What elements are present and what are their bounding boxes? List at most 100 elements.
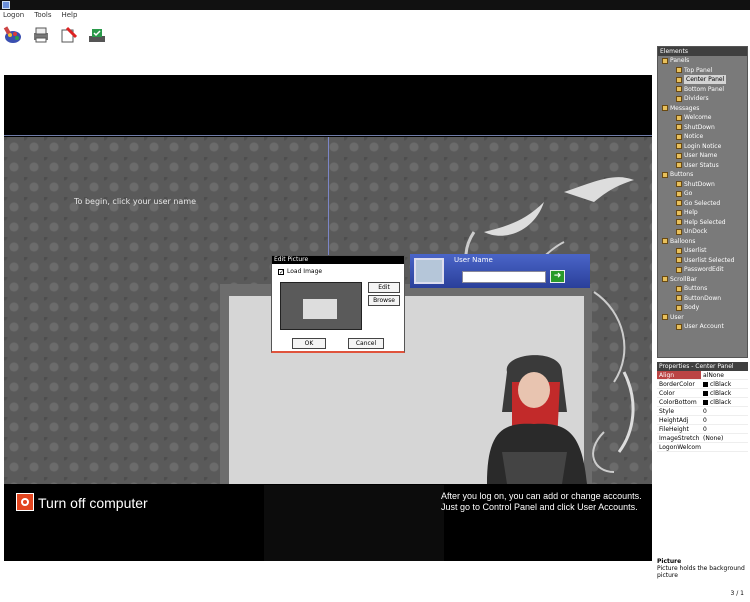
tree-node-label: Go Selected bbox=[684, 199, 721, 207]
app-icon bbox=[2, 1, 10, 9]
item-icon bbox=[676, 162, 682, 169]
property-row[interactable]: Style 0 bbox=[657, 407, 748, 416]
tree-node-label: ShutDown bbox=[684, 180, 715, 188]
power-icon[interactable] bbox=[16, 493, 34, 511]
property-row[interactable]: ImageStretch (None) bbox=[657, 434, 748, 443]
tree-node[interactable]: ShutDown bbox=[658, 123, 747, 133]
menu-logon[interactable]: Logon bbox=[3, 11, 24, 21]
property-value[interactable]: clBlack bbox=[701, 398, 748, 406]
browse-button[interactable]: Browse bbox=[368, 295, 400, 306]
arrow-right-icon[interactable]: ➜ bbox=[550, 270, 565, 283]
tree-node[interactable]: UnDock bbox=[658, 227, 747, 237]
item-icon bbox=[676, 247, 682, 254]
tree-node-label: Messages bbox=[670, 104, 700, 112]
tree-node[interactable]: Go Selected bbox=[658, 199, 747, 209]
folder-icon bbox=[662, 238, 668, 245]
tree-node[interactable]: PasswordEdit bbox=[658, 265, 747, 275]
tree-node[interactable]: Bottom Panel bbox=[658, 85, 747, 95]
item-icon bbox=[676, 295, 682, 302]
tree-node-label: User Status bbox=[684, 161, 719, 169]
color-swatch bbox=[703, 399, 708, 405]
property-row[interactable]: FileHeight 0 bbox=[657, 425, 748, 434]
tree-node[interactable]: User Status bbox=[658, 161, 747, 171]
item-icon bbox=[676, 124, 682, 131]
tree-node[interactable]: Top Panel bbox=[658, 66, 747, 76]
edit-button[interactable]: Edit bbox=[368, 282, 400, 293]
hint-line-1: After you log on, you can add or change … bbox=[441, 491, 642, 501]
item-icon bbox=[676, 200, 682, 207]
tree-node-label: Buttons bbox=[684, 285, 708, 293]
property-row[interactable]: HeightAdj 0 bbox=[657, 416, 748, 425]
property-value[interactable]: (None) bbox=[701, 434, 748, 442]
checkbox-box[interactable]: ✓ bbox=[278, 268, 284, 275]
property-value[interactable] bbox=[701, 443, 748, 451]
tree-node[interactable]: Center Panel bbox=[658, 75, 747, 85]
thumbnail-inner bbox=[303, 299, 337, 319]
property-value[interactable]: alNone bbox=[701, 371, 748, 379]
property-value-text: 0 bbox=[703, 425, 707, 433]
top-panel[interactable] bbox=[4, 75, 652, 136]
tree-node-label: Help Selected bbox=[684, 218, 726, 226]
print-icon[interactable] bbox=[30, 24, 52, 46]
status-number: 3 / 1 bbox=[730, 590, 744, 597]
password-input[interactable] bbox=[462, 271, 546, 283]
right-panel: Elements Panels Top Panel Center Panel Bott… bbox=[657, 46, 748, 602]
property-value-text: 0 bbox=[703, 407, 707, 415]
tree-node[interactable]: Buttons bbox=[658, 284, 747, 294]
bottom-panel[interactable]: Turn off computer After you log on, you … bbox=[4, 485, 652, 561]
property-value[interactable]: 0 bbox=[701, 425, 748, 433]
property-row[interactable]: BorderColor clBlack bbox=[657, 380, 748, 389]
tree-node[interactable]: Userlist Selected bbox=[658, 256, 747, 266]
item-icon bbox=[676, 67, 682, 74]
tree-node[interactable]: Balloons bbox=[658, 237, 747, 247]
tree-node[interactable]: User Account bbox=[658, 322, 747, 332]
tree-node[interactable]: Login Notice bbox=[658, 142, 747, 152]
ok-button[interactable]: OK bbox=[292, 338, 326, 349]
tree-node[interactable]: ButtonDown bbox=[658, 294, 747, 304]
tree-node-label: Help bbox=[684, 209, 698, 217]
tree-node[interactable]: Dividers bbox=[658, 94, 747, 104]
menu-help[interactable]: Help bbox=[61, 11, 77, 21]
property-value[interactable]: clBlack bbox=[701, 389, 748, 397]
tree-node[interactable]: Userlist bbox=[658, 246, 747, 256]
tree-node-label: Body bbox=[684, 304, 700, 312]
tree-node[interactable]: Help bbox=[658, 208, 747, 218]
property-row[interactable]: ColorBottom clBlack bbox=[657, 398, 748, 407]
user-tile[interactable]: User Name ➜ bbox=[410, 254, 590, 288]
tree-node[interactable]: Notice bbox=[658, 132, 747, 142]
property-value[interactable]: 0 bbox=[701, 407, 748, 415]
tree-node[interactable]: User Name bbox=[658, 151, 747, 161]
property-value[interactable]: clBlack bbox=[701, 380, 748, 388]
tree-node[interactable]: ScrollBar bbox=[658, 275, 747, 285]
tree-node[interactable]: Messages bbox=[658, 104, 747, 114]
tree-node[interactable]: User bbox=[658, 313, 747, 323]
property-value[interactable]: 0 bbox=[701, 416, 748, 424]
item-icon bbox=[676, 257, 682, 264]
tree-node[interactable]: Go bbox=[658, 189, 747, 199]
property-key: ColorBottom bbox=[659, 399, 697, 406]
property-row[interactable]: Color clBlack bbox=[657, 389, 748, 398]
open-icon[interactable] bbox=[2, 24, 24, 46]
tree-node-label: ButtonDown bbox=[684, 294, 722, 302]
property-value-text: clBlack bbox=[710, 389, 732, 397]
property-row[interactable]: LogonWelcome bbox=[657, 443, 748, 452]
properties-title: Properties - Center Panel bbox=[657, 362, 748, 371]
cancel-button[interactable]: Cancel bbox=[348, 338, 384, 349]
property-row[interactable]: Align alNone bbox=[657, 371, 748, 380]
woman-illustration bbox=[487, 355, 587, 484]
tree-node[interactable]: Body bbox=[658, 303, 747, 313]
welcome-message: To begin, click your user name bbox=[74, 197, 197, 206]
load-image-checkbox[interactable]: ✓ Load Image bbox=[278, 268, 322, 275]
tree-node[interactable]: Panels bbox=[658, 56, 747, 66]
tree-node-label: Welcome bbox=[684, 114, 712, 122]
elements-tree[interactable]: Elements Panels Top Panel Center Panel Bott… bbox=[657, 46, 748, 358]
bottom-panel-divider bbox=[264, 485, 444, 561]
menu-tools[interactable]: Tools bbox=[34, 11, 51, 21]
tree-node[interactable]: ShutDown bbox=[658, 180, 747, 190]
apply-icon[interactable] bbox=[86, 24, 108, 46]
tree-node[interactable]: Buttons bbox=[658, 170, 747, 180]
turn-off-label[interactable]: Turn off computer bbox=[38, 495, 148, 511]
tree-node[interactable]: Welcome bbox=[658, 113, 747, 123]
tree-node[interactable]: Help Selected bbox=[658, 218, 747, 228]
erase-icon[interactable] bbox=[58, 24, 80, 46]
